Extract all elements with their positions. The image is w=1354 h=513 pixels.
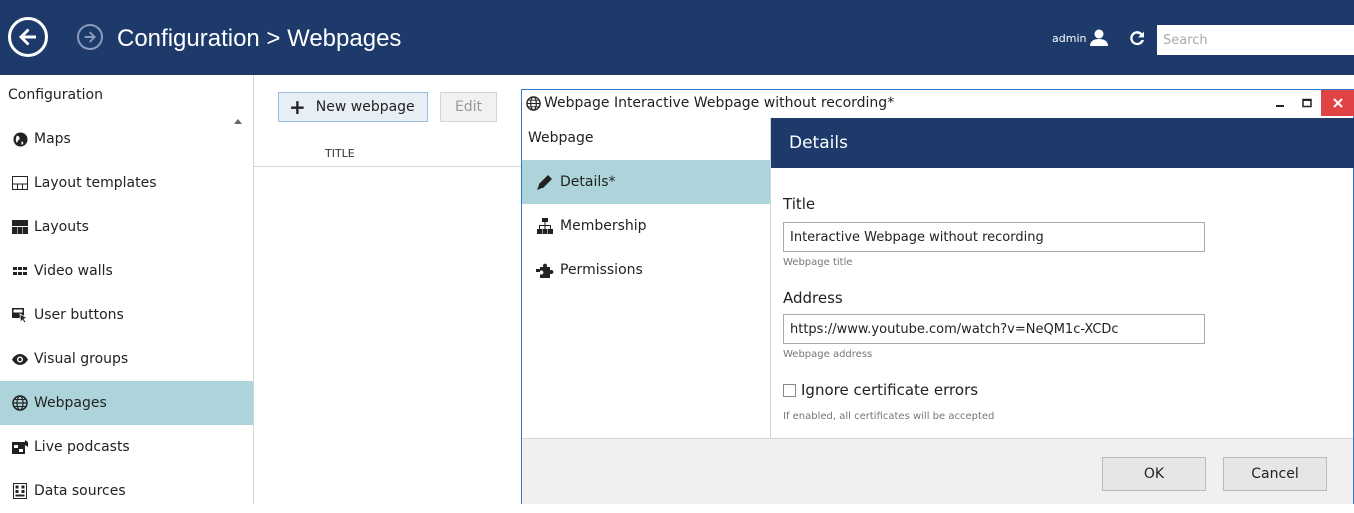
sidebar-item-label: Layouts (34, 219, 89, 235)
back-button[interactable] (8, 17, 48, 57)
sidebar-heading: Configuration (8, 87, 103, 103)
dialog-nav-panel: Webpage Details* Membership Permissions (522, 118, 770, 438)
title-input[interactable] (783, 222, 1205, 252)
new-webpage-button[interactable]: + New webpage (278, 92, 428, 122)
pencil-icon (536, 174, 554, 190)
maximize-button[interactable] (1295, 92, 1319, 114)
title-label: Title (783, 195, 816, 213)
refresh-icon[interactable] (1128, 29, 1146, 51)
title-column-header[interactable]: TITLE (325, 147, 355, 160)
forward-button[interactable] (77, 24, 103, 50)
dialog-nav-heading: Webpage (528, 130, 594, 146)
sidebar-item-label: Visual groups (34, 351, 129, 367)
webpage-dialog: Webpage Interactive Webpage without reco… (521, 89, 1354, 504)
ignore-certificate-label: Ignore certificate errors (801, 381, 979, 399)
close-button[interactable] (1321, 90, 1354, 116)
sidebar-item-user-buttons[interactable]: User buttons (0, 293, 253, 337)
plus-icon: + (289, 95, 306, 119)
details-panel: Details Title Webpage title Address Webp… (770, 118, 1354, 438)
address-label: Address (783, 289, 843, 307)
sidebar-item-maps[interactable]: Maps (0, 117, 253, 161)
dialog-nav-details[interactable]: Details* (522, 160, 770, 204)
arrow-left-icon (19, 28, 36, 46)
maximize-icon (1302, 98, 1312, 108)
webpage-globe-icon (526, 96, 541, 115)
dialog-nav-label: Permissions (560, 262, 643, 278)
arrow-right-icon (84, 31, 96, 43)
ignore-certificate-row[interactable]: Ignore certificate errors (783, 381, 978, 399)
sidebar-item-label: Layout templates (34, 175, 157, 191)
sidebar-item-layout-templates[interactable]: Layout templates (0, 161, 253, 205)
details-header: Details (771, 118, 1354, 168)
puzzle-icon (536, 262, 554, 278)
dialog-titlebar[interactable]: Webpage Interactive Webpage without reco… (522, 90, 1354, 118)
dialog-nav-permissions[interactable]: Permissions (522, 248, 770, 292)
address-input[interactable] (783, 314, 1205, 344)
ignore-certificate-checkbox[interactable] (783, 383, 796, 397)
sidebar-item-video-walls[interactable]: Video walls (0, 249, 253, 293)
minimize-button[interactable] (1268, 92, 1292, 114)
ignore-certificate-hint: If enabled, all certificates will be acc… (783, 411, 995, 422)
username-label[interactable]: admin (1052, 32, 1086, 45)
dialog-title: Webpage Interactive Webpage without reco… (544, 95, 895, 111)
dialog-nav-label: Details* (560, 174, 616, 190)
webpage-globe-icon (12, 395, 28, 411)
address-hint: Webpage address (783, 349, 873, 360)
sidebar: Configuration Maps Layout templates Layo… (0, 75, 254, 504)
video-wall-icon (12, 263, 28, 279)
eye-icon (12, 351, 28, 367)
podcast-icon (12, 439, 28, 455)
title-hint: Webpage title (783, 257, 853, 268)
dialog-nav-membership[interactable]: Membership (522, 204, 770, 248)
sidebar-item-data-sources[interactable]: Data sources (0, 469, 253, 513)
ok-button[interactable]: OK (1102, 457, 1206, 491)
layout-template-icon (12, 175, 28, 191)
layouts-icon (12, 219, 28, 235)
edit-button[interactable]: Edit (440, 92, 497, 122)
new-webpage-label: New webpage (315, 99, 415, 115)
column-divider (254, 166, 522, 167)
dialog-nav-label: Membership (560, 218, 647, 234)
hierarchy-icon (536, 218, 554, 234)
sidebar-item-label: Data sources (34, 483, 126, 499)
user-icon[interactable] (1090, 29, 1108, 50)
data-source-icon (12, 483, 28, 499)
sidebar-item-label: Maps (34, 131, 71, 147)
sidebar-item-layouts[interactable]: Layouts (0, 205, 253, 249)
sidebar-item-visual-groups[interactable]: Visual groups (0, 337, 253, 381)
search-input[interactable] (1157, 25, 1354, 55)
cancel-button[interactable]: Cancel (1223, 457, 1327, 491)
sidebar-item-label: User buttons (34, 307, 124, 323)
page-title: Configuration > Webpages (117, 25, 402, 52)
globe-icon (12, 131, 28, 147)
sidebar-item-live-podcasts[interactable]: Live podcasts (0, 425, 253, 469)
sidebar-item-label: Webpages (34, 395, 107, 411)
sidebar-item-label: Video walls (34, 263, 113, 279)
sidebar-item-label: Live podcasts (34, 439, 130, 455)
top-header: Configuration > Webpages admin (0, 0, 1354, 75)
close-icon (1332, 98, 1343, 108)
dialog-footer: OK Cancel (522, 438, 1353, 504)
user-button-icon (12, 307, 28, 323)
sidebar-item-webpages[interactable]: Webpages (0, 381, 253, 425)
minimize-icon (1276, 105, 1284, 107)
